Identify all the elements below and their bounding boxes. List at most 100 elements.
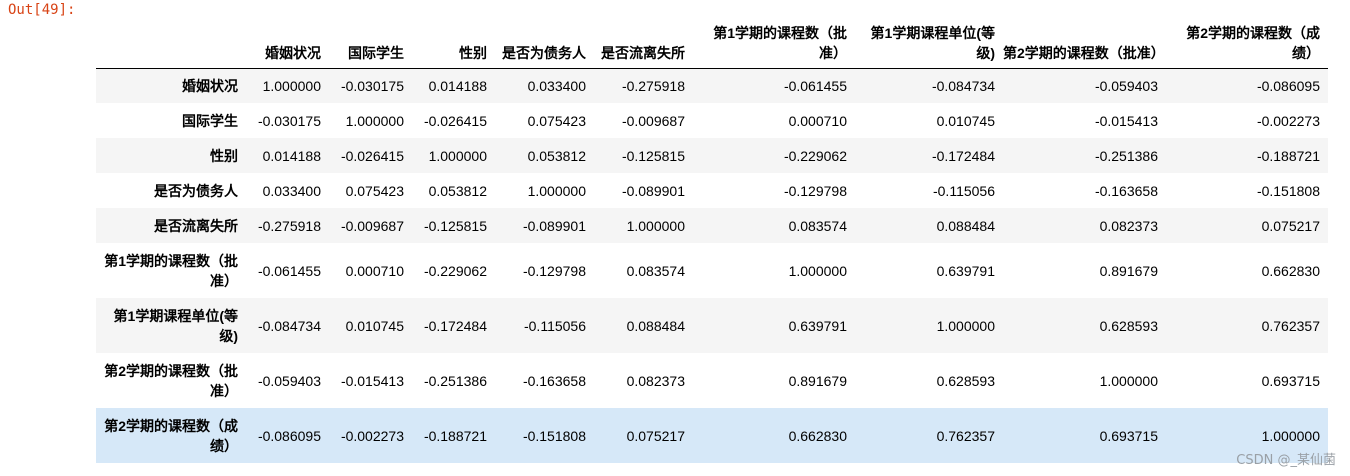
table-cell: -0.061455 <box>257 262 321 279</box>
table-cell: 0.053812 <box>527 147 586 164</box>
column-header: 是否为债务人 <box>495 16 594 69</box>
table-row[interactable]: 国际学生 -0.030175 1.000000 -0.026415 0.0754… <box>96 103 1328 138</box>
table-cell: -0.229062 <box>423 262 487 279</box>
table-cell: -0.015413 <box>340 372 404 389</box>
table-cell: -0.009687 <box>621 112 685 129</box>
table-cell: 0.628593 <box>936 372 995 389</box>
table-cell: 1.000000 <box>788 262 847 279</box>
column-header: 婚姻状况 <box>246 16 329 69</box>
table-cell: -0.002273 <box>340 427 404 444</box>
table-cell: 0.891679 <box>1099 262 1158 279</box>
table-cell: 0.075217 <box>626 427 685 444</box>
table-cell: 0.014188 <box>262 147 321 164</box>
row-label: 是否为债务人 <box>154 182 238 199</box>
table-cell: 0.000710 <box>788 112 847 129</box>
table-cell: -0.125815 <box>621 147 685 164</box>
column-header: 国际学生 <box>329 16 412 69</box>
table-cell: -0.059403 <box>1094 77 1158 94</box>
table-cell: 0.075423 <box>527 112 586 129</box>
table-cell: 0.891679 <box>788 372 847 389</box>
table-cell: -0.115056 <box>932 182 995 199</box>
table-cell: -0.172484 <box>423 317 487 334</box>
row-label: 第2学期的课程数（批准） <box>104 362 238 399</box>
table-cell: 0.033400 <box>262 182 321 199</box>
table-cell: -0.026415 <box>340 147 404 164</box>
header-row: 婚姻状况 国际学生 性别 是否为债务人 是否流离失所 第1学期的课程数（批准） … <box>96 16 1328 69</box>
column-header: 第2学期的课程数（批准） <box>1003 16 1166 69</box>
table-cell: -0.129798 <box>783 182 847 199</box>
table-cell: -0.015413 <box>1094 112 1158 129</box>
table-cell: -0.172484 <box>931 147 995 164</box>
table-cell: -0.084734 <box>257 317 321 334</box>
table-cell: -0.002273 <box>1256 112 1320 129</box>
table-cell: 0.010745 <box>936 112 995 129</box>
table-cell: 0.762357 <box>1261 317 1320 334</box>
table-cell: -0.188721 <box>1256 147 1320 164</box>
table-cell: -0.188721 <box>423 427 487 444</box>
table-cell: 0.083574 <box>788 217 847 234</box>
column-header: 第2学期的课程数（成绩） <box>1166 16 1328 69</box>
column-header: 是否流离失所 <box>594 16 693 69</box>
table-cell: 0.693715 <box>1261 372 1320 389</box>
table-row[interactable]: 是否为债务人 0.033400 0.075423 0.053812 1.0000… <box>96 173 1328 208</box>
table-row[interactable]: 第2学期的课程数（成绩） -0.086095 -0.002273 -0.1887… <box>96 408 1328 463</box>
table-cell: 1.000000 <box>527 182 586 199</box>
table-row[interactable]: 婚姻状况 1.000000 -0.030175 0.014188 0.03340… <box>96 68 1328 103</box>
table-cell: 0.662830 <box>1261 262 1320 279</box>
table-cell: -0.151808 <box>522 427 586 444</box>
table-cell: 0.662830 <box>788 427 847 444</box>
table-cell: -0.125815 <box>423 217 487 234</box>
table-row[interactable]: 第1学期课程单位(等级) -0.084734 0.010745 -0.17248… <box>96 298 1328 353</box>
table-cell: -0.251386 <box>1094 147 1158 164</box>
table-row[interactable]: 第2学期的课程数（批准） -0.059403 -0.015413 -0.2513… <box>96 353 1328 408</box>
table-cell: -0.009687 <box>340 217 404 234</box>
table-cell: 0.000710 <box>345 262 404 279</box>
row-label: 婚姻状况 <box>182 77 238 94</box>
table-cell: 1.000000 <box>262 77 321 94</box>
watermark: CSDN @_某仙菌 <box>1236 453 1336 468</box>
table-cell: 0.639791 <box>936 262 995 279</box>
table-row[interactable]: 性别 0.014188 -0.026415 1.000000 0.053812 … <box>96 138 1328 173</box>
table-row[interactable]: 第1学期的课程数（批准） -0.061455 0.000710 -0.22906… <box>96 243 1328 298</box>
table-cell: 0.639791 <box>788 317 847 334</box>
table-cell: 1.000000 <box>626 217 685 234</box>
table-cell: 0.075423 <box>345 182 404 199</box>
column-header: 第1学期的课程数（批准） <box>693 16 855 69</box>
row-label: 国际学生 <box>182 112 238 129</box>
table-cell: 0.033400 <box>527 77 586 94</box>
table-cell: -0.089901 <box>621 182 685 199</box>
table-cell: -0.030175 <box>257 112 321 129</box>
table-cell: 0.693715 <box>1099 427 1158 444</box>
table-cell: -0.061455 <box>783 77 847 94</box>
table-cell: -0.089901 <box>522 217 586 234</box>
table-cell: 0.083574 <box>626 262 685 279</box>
table-cell: 1.000000 <box>345 112 404 129</box>
column-header: 性别 <box>412 16 495 69</box>
table-cell: 0.014188 <box>428 77 487 94</box>
table-cell: -0.059403 <box>257 372 321 389</box>
table-cell: 1.000000 <box>1099 372 1158 389</box>
table-cell: 0.082373 <box>1099 217 1158 234</box>
table-cell: -0.275918 <box>621 77 685 94</box>
table-cell: 0.053812 <box>428 182 487 199</box>
row-label: 第2学期的课程数（成绩） <box>104 417 238 454</box>
table-cell: -0.084734 <box>931 77 995 94</box>
table-cell: 0.082373 <box>626 372 685 389</box>
table-cell: -0.026415 <box>423 112 487 129</box>
table-cell: -0.030175 <box>340 77 404 94</box>
table-cell: -0.129798 <box>522 262 586 279</box>
correlation-table: 婚姻状况 国际学生 性别 是否为债务人 是否流离失所 第1学期的课程数（批准） … <box>96 16 1328 463</box>
table-cell: -0.163658 <box>522 372 586 389</box>
row-label: 是否流离失所 <box>154 217 238 234</box>
table-cell: -0.229062 <box>783 147 847 164</box>
row-label: 第1学期课程单位(等级) <box>113 307 238 344</box>
row-label: 第1学期的课程数（批准） <box>104 252 238 289</box>
table-cell: -0.275918 <box>257 217 321 234</box>
table-row[interactable]: 是否流离失所 -0.275918 -0.009687 -0.125815 -0.… <box>96 208 1328 243</box>
table-cell: -0.115056 <box>523 317 586 334</box>
table-cell: 0.628593 <box>1099 317 1158 334</box>
output-prompt: Out[49]: <box>8 2 76 18</box>
table-cell: 0.075217 <box>1261 217 1320 234</box>
table-cell: -0.163658 <box>1094 182 1158 199</box>
table-cell: 1.000000 <box>428 147 487 164</box>
